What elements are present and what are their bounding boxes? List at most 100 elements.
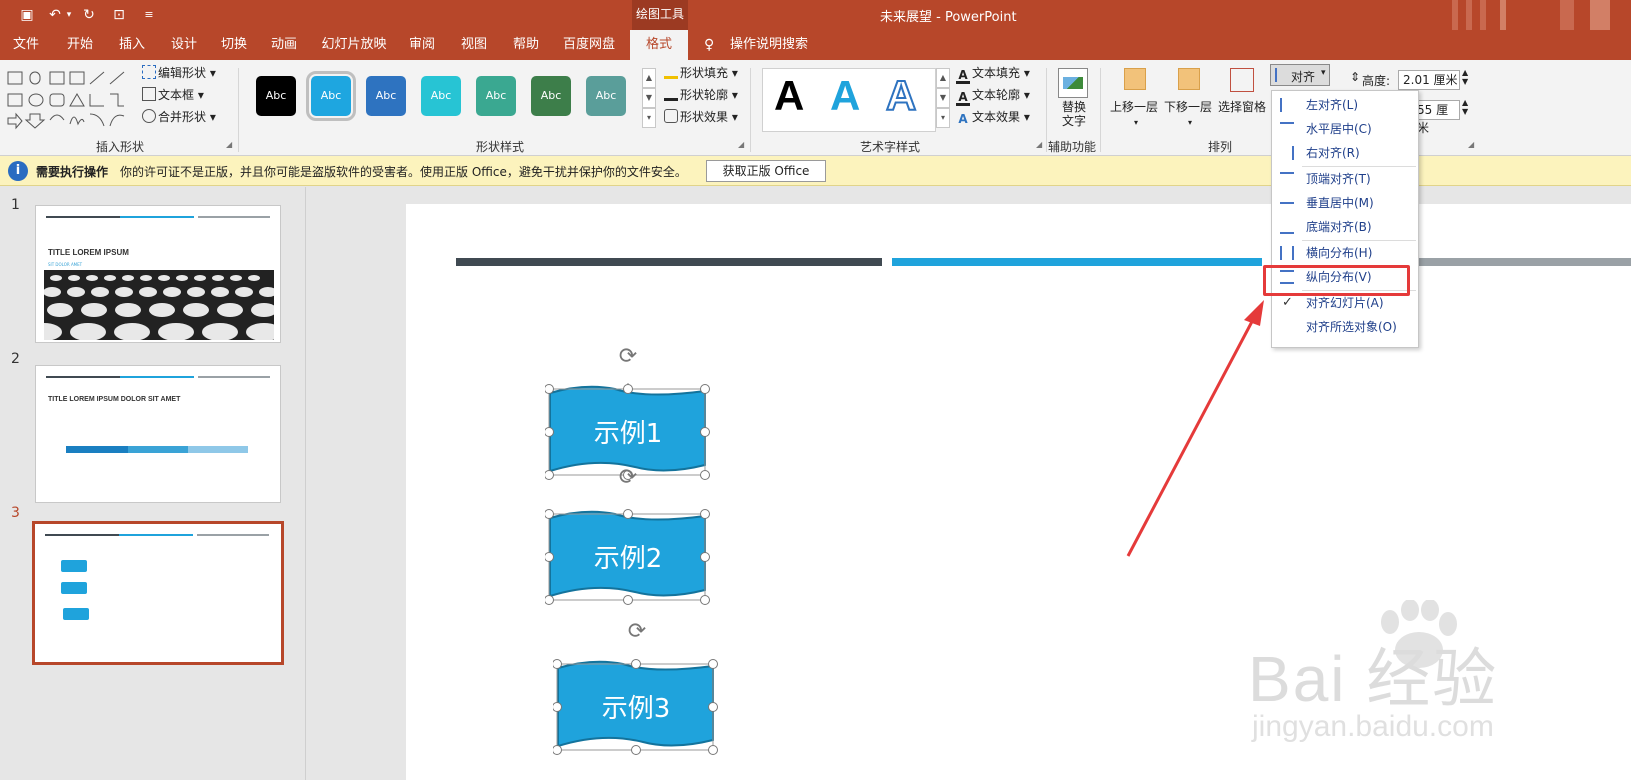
- title-decoration: [1590, 0, 1610, 30]
- tab-slideshow[interactable]: 幻灯片放映: [318, 30, 390, 60]
- send-backward-button[interactable]: 下移一层: [1164, 98, 1212, 116]
- dialog-launcher-icon[interactable]: ◢: [738, 140, 744, 149]
- wordart-style-outline[interactable]: A: [885, 71, 917, 120]
- width-spinner[interactable]: ▲ ▼: [1462, 98, 1468, 116]
- tab-home[interactable]: 开始: [58, 30, 102, 60]
- customize-qat-icon[interactable]: ≡: [140, 6, 158, 24]
- bring-forward-button[interactable]: 上移一层: [1110, 98, 1158, 116]
- shape-style-swatch[interactable]: Abc: [586, 76, 626, 116]
- shape-style-swatch[interactable]: Abc: [421, 76, 461, 116]
- edit-shape-label: 编辑形状: [158, 66, 207, 80]
- wordart-style-blue[interactable]: A: [830, 72, 860, 120]
- shape-fill-label: 形状填充: [680, 66, 729, 80]
- menu-item-label: 右对齐(R): [1306, 146, 1360, 160]
- align-bottom-icon: [1280, 220, 1294, 234]
- present-icon[interactable]: ⊡: [110, 6, 128, 24]
- selection-pane-button[interactable]: 选择窗格: [1218, 98, 1266, 116]
- menu-item-align-selected-objects[interactable]: 对齐所选对象(O): [1272, 315, 1418, 339]
- gallery-scroll-up[interactable]: ▲: [642, 68, 656, 88]
- text-effects-button[interactable]: A 文本效果 ▾: [956, 108, 1030, 126]
- menu-item-align-top[interactable]: 顶端对齐(T): [1272, 167, 1418, 191]
- undo-icon[interactable]: ↶: [46, 6, 64, 24]
- gallery-scroll-down[interactable]: ▼: [642, 88, 656, 108]
- tab-view[interactable]: 视图: [452, 30, 496, 60]
- menu-item-align-right[interactable]: 右对齐(R): [1272, 141, 1418, 165]
- tab-transitions[interactable]: 切换: [212, 30, 256, 60]
- menu-item-distribute-horizontally[interactable]: 横向分布(H): [1272, 241, 1418, 265]
- tab-baidu-netdisk[interactable]: 百度网盘: [556, 30, 622, 60]
- dialog-launcher-icon[interactable]: ◢: [1468, 140, 1474, 149]
- tab-format[interactable]: 格式: [630, 30, 688, 60]
- shape-style-swatch[interactable]: Abc: [306, 71, 356, 121]
- tab-file[interactable]: 文件: [4, 30, 48, 60]
- text-outline-label: 文本轮廓: [972, 88, 1021, 102]
- alt-text-icon[interactable]: [1058, 68, 1088, 98]
- slide-thumbnail-1[interactable]: TITLE LOREM IPSUM SIT DOLOR AMET: [35, 205, 281, 343]
- shape-style-swatch[interactable]: Abc: [476, 76, 516, 116]
- menu-item-align-middle[interactable]: 垂直居中(M): [1272, 191, 1418, 215]
- shape-style-swatch[interactable]: Abc: [366, 76, 406, 116]
- menu-item-align-bottom[interactable]: 底端对齐(B): [1272, 215, 1418, 239]
- thumb-subtitle: SIT DOLOR AMET: [48, 262, 83, 267]
- tab-animations[interactable]: 动画: [262, 30, 306, 60]
- slide-thumbnail-3[interactable]: [32, 521, 284, 665]
- send-backward-icon: [1178, 68, 1200, 90]
- gallery-more[interactable]: ▾: [936, 108, 950, 128]
- redo-icon[interactable]: ↻: [80, 6, 98, 24]
- wordart-style-black[interactable]: A: [774, 72, 804, 120]
- width-input[interactable]: 55 厘米: [1412, 100, 1460, 135]
- shape-effects-button[interactable]: 形状效果 ▾: [664, 108, 738, 126]
- save-icon[interactable]: ▣: [18, 6, 36, 24]
- shape-effects-label: 形状效果: [680, 110, 729, 124]
- document-title: 未来展望 - PowerPoint: [880, 10, 1017, 25]
- text-box-icon: [142, 87, 156, 101]
- rotate-handle-icon[interactable]: ⟳: [615, 344, 641, 370]
- rotate-handle-icon[interactable]: ⟳: [615, 465, 641, 491]
- shapes-gallery[interactable]: [6, 68, 134, 132]
- merge-shapes-button[interactable]: 合并形状 ▾: [142, 108, 216, 126]
- undo-dropdown-icon[interactable]: ▾: [64, 6, 74, 24]
- rotate-handle-icon[interactable]: ⟳: [624, 619, 650, 645]
- height-input[interactable]: 2.01 厘米: [1398, 70, 1460, 90]
- height-spinner[interactable]: ▲ ▼: [1462, 68, 1468, 86]
- thumb-image: [44, 270, 274, 340]
- menu-item-label: 对齐幻灯片(A): [1306, 296, 1384, 310]
- gallery-scroll-up[interactable]: ▲: [936, 68, 950, 88]
- title-decoration: [1452, 0, 1458, 30]
- slide-thumbnail-2[interactable]: TITLE LOREM IPSUM DOLOR SIT AMET: [35, 365, 281, 503]
- get-genuine-office-button[interactable]: 获取正版 Office: [706, 160, 826, 182]
- shape-style-swatch[interactable]: Abc: [256, 76, 296, 116]
- bring-forward-dropdown[interactable]: ▾: [1134, 118, 1138, 127]
- thumb-shape: [61, 560, 87, 572]
- wordart-group-label: 艺术字样式: [859, 140, 920, 154]
- dialog-launcher-icon[interactable]: ◢: [1036, 140, 1042, 149]
- text-box-label: 文本框: [158, 88, 195, 102]
- edit-shape-button[interactable]: 编辑形状 ▾: [142, 64, 216, 82]
- shape-fill-button[interactable]: 形状填充 ▾: [664, 64, 738, 82]
- height-label: 高度:: [1362, 74, 1391, 88]
- text-outline-button[interactable]: A 文本轮廓 ▾: [956, 86, 1030, 106]
- align-button[interactable]: 对齐 ▾: [1270, 64, 1330, 86]
- tab-design[interactable]: 设计: [162, 30, 206, 60]
- shape-outline-button[interactable]: 形状轮廓 ▾: [664, 86, 738, 104]
- group-separator: [750, 68, 751, 152]
- menu-item-align-left[interactable]: 左对齐(L): [1272, 93, 1418, 117]
- menu-item-align-center[interactable]: 水平居中(C): [1272, 117, 1418, 141]
- thumb-bar: [198, 216, 270, 218]
- shape-style-swatch[interactable]: Abc: [531, 76, 571, 116]
- info-title: 需要执行操作: [36, 165, 109, 179]
- text-box-button[interactable]: 文本框 ▾: [142, 86, 204, 104]
- dialog-launcher-icon[interactable]: ◢: [226, 140, 232, 149]
- gallery-more[interactable]: ▾: [642, 108, 656, 128]
- text-effects-icon: A: [958, 112, 968, 126]
- tab-help[interactable]: 帮助: [504, 30, 548, 60]
- alt-text-button[interactable]: 替换文字: [1060, 100, 1088, 128]
- text-fill-button[interactable]: A 文本填充 ▾: [956, 64, 1030, 84]
- title-decoration: [1466, 0, 1472, 30]
- tab-review[interactable]: 审阅: [400, 30, 444, 60]
- tell-me-search[interactable]: 操作说明搜索: [730, 30, 808, 60]
- tab-insert[interactable]: 插入: [110, 30, 154, 60]
- gallery-scroll-down[interactable]: ▼: [936, 88, 950, 108]
- menu-item-label: 水平居中(C): [1306, 122, 1372, 136]
- send-backward-dropdown[interactable]: ▾: [1188, 118, 1192, 127]
